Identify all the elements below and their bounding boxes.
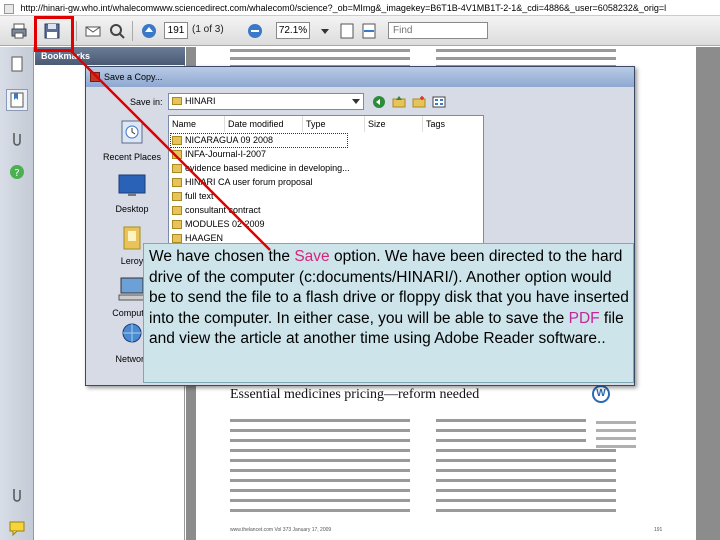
column-header-size[interactable]: Size [365, 116, 423, 132]
file-row[interactable]: consultant contract [171, 204, 261, 217]
acrobat-icon [90, 72, 100, 82]
page-icon [4, 3, 14, 14]
chevron-down-icon [352, 99, 360, 104]
pages-icon[interactable] [6, 53, 28, 75]
navigation-pane: ? [0, 47, 34, 540]
help-icon[interactable]: ? [6, 161, 28, 183]
folder-icon [172, 206, 182, 215]
page-count-label: (1 of 3) [192, 24, 224, 35]
file-row[interactable]: INFA-Journal-I-2007 [171, 148, 266, 161]
file-name: full text [185, 191, 214, 201]
column-header-name[interactable]: Name [169, 116, 225, 132]
page-footer-left: www.thelancet.com Vol 373 January 17, 20… [230, 527, 332, 533]
previous-page-icon[interactable] [138, 20, 160, 42]
article-title: Essential medicines pricing—reform neede… [230, 387, 480, 402]
recent-places-icon [121, 120, 143, 144]
fit-width-icon[interactable] [358, 20, 380, 42]
attachments-icon[interactable] [6, 127, 28, 149]
instruction-callout: We have chosen the Save option. We have … [143, 243, 634, 383]
dialog-title: Save a Copy... [104, 72, 163, 82]
print-icon[interactable] [8, 20, 30, 42]
file-row[interactable]: NICARAGUA 09 2008 [170, 133, 348, 148]
comments-icon[interactable] [6, 517, 28, 539]
page-footer-right: 191 [654, 527, 663, 533]
folder-icon [172, 97, 182, 105]
folder-icon [172, 178, 182, 187]
pdf-toolbar: (1 of 3) [0, 16, 720, 46]
file-row[interactable]: HINARI CA user forum proposal [171, 176, 313, 189]
place-label: Recent Places [102, 152, 162, 162]
save-in-label: Save in: [130, 97, 163, 107]
save-button-highlight [34, 16, 74, 52]
search-icon[interactable] [106, 20, 128, 42]
browser-address-bar[interactable]: http://hinari-gw.who.int/whalecomwww.sci… [0, 0, 720, 16]
svg-text:?: ? [14, 168, 19, 179]
find-input[interactable] [388, 22, 488, 39]
place-label: Desktop [115, 204, 149, 214]
column-header-tags[interactable]: Tags [423, 116, 483, 132]
callout-pdf-word: PDF [568, 309, 600, 327]
file-name: INFA-Journal-I-2007 [185, 149, 267, 159]
lancet-logo-icon: W [592, 385, 610, 403]
file-name: NICARAGUA 09 2008 [185, 135, 274, 145]
file-row[interactable]: full text [171, 190, 214, 203]
column-header-date-modified[interactable]: Date modified [225, 116, 303, 132]
column-header-type[interactable]: Type [303, 116, 365, 132]
callout-save-word: Save [294, 248, 330, 265]
zoom-input[interactable] [276, 22, 310, 39]
place-desktop[interactable]: Desktop [96, 171, 168, 214]
folder-icon [172, 136, 182, 145]
file-name: HAAGEN [185, 233, 224, 243]
email-icon[interactable] [82, 20, 104, 42]
callout-text-1: We have chosen the [149, 248, 295, 265]
attachment-paperclip-icon[interactable] [6, 483, 28, 505]
file-row[interactable]: MODULES 02 2009 [171, 218, 265, 231]
new-folder-icon[interactable] [410, 93, 428, 110]
file-name: consultant contract [185, 205, 261, 215]
up-folder-icon[interactable] [390, 93, 408, 110]
dialog-titlebar[interactable]: Save a Copy... [86, 67, 634, 87]
address-url[interactable]: http://hinari-gw.who.int/whalecomwww.sci… [21, 3, 667, 13]
file-name: evidence based medicine in developing... [185, 163, 350, 173]
folder-icon [172, 164, 182, 173]
folder-icon [172, 234, 182, 243]
folder-icon [172, 192, 182, 201]
file-name: MODULES 02 2009 [185, 219, 265, 229]
folder-icon [172, 150, 182, 159]
save-in-value: HINARI [185, 96, 216, 106]
zoom-dropdown-icon[interactable] [314, 20, 336, 42]
save-in-select[interactable]: HINARI [168, 93, 364, 110]
page-number-input[interactable] [164, 22, 188, 39]
desktop-icon [118, 174, 146, 196]
folder-icon [172, 220, 182, 229]
file-row[interactable]: evidence based medicine in developing... [171, 162, 350, 175]
bookmarks-icon[interactable] [6, 89, 28, 111]
views-icon[interactable] [430, 93, 448, 110]
back-icon[interactable] [370, 93, 388, 110]
file-name: HINARI CA user forum proposal [185, 177, 313, 187]
place-recent-places[interactable]: Recent Places [96, 119, 168, 162]
fit-page-icon[interactable] [336, 20, 358, 42]
zoom-out-icon[interactable] [244, 20, 266, 42]
